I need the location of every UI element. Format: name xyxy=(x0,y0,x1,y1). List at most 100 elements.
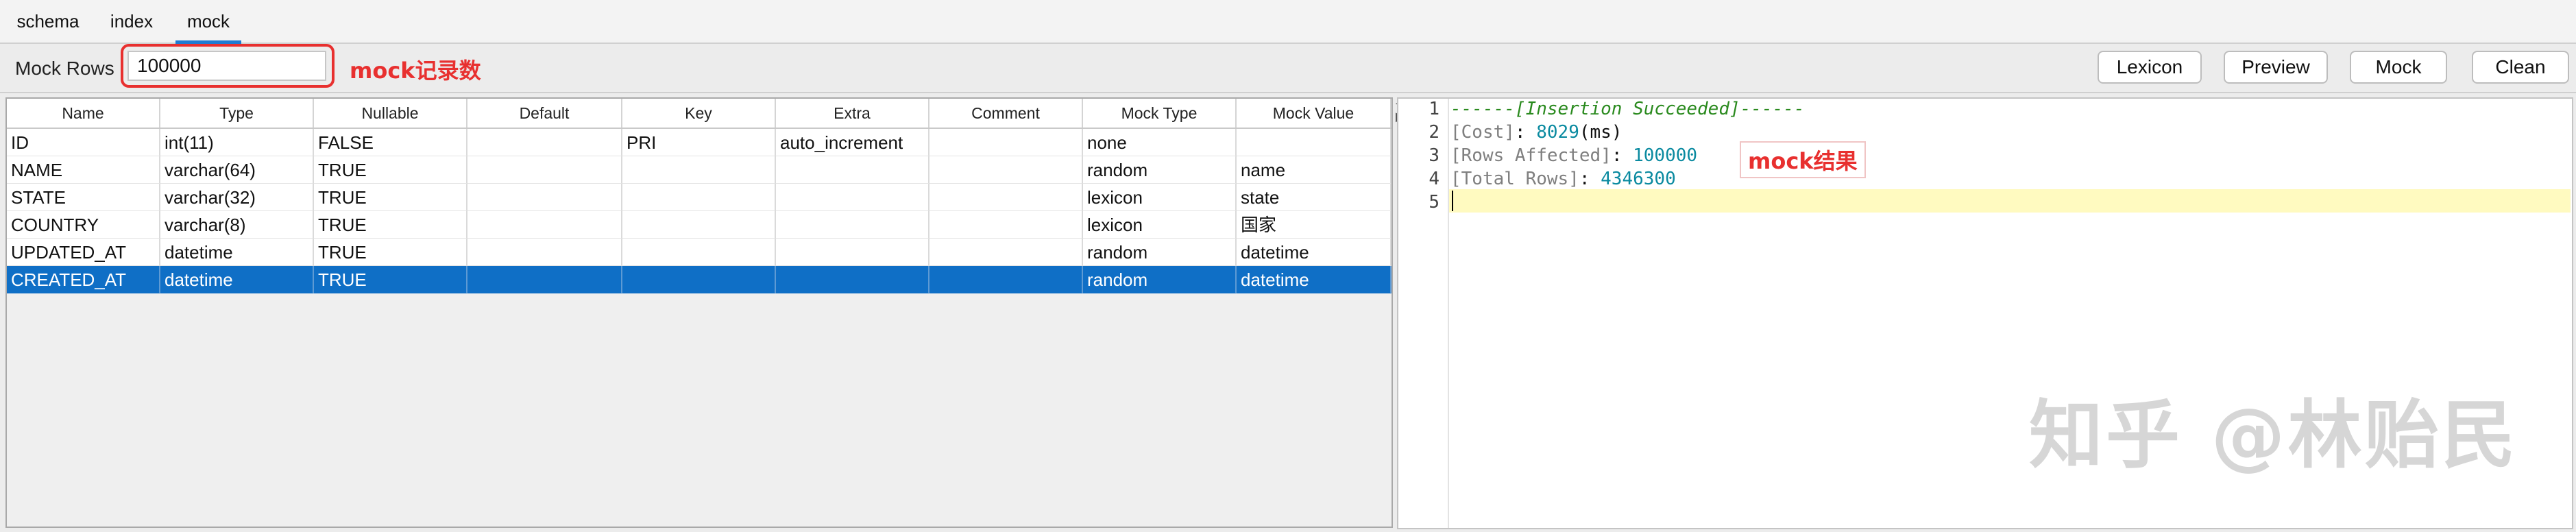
table-cell[interactable]: random xyxy=(1083,266,1237,293)
cost-unit-open: ( xyxy=(1579,122,1590,143)
grid-header: Name Type Nullable Default Key Extra Comment Mo… xyxy=(7,99,1392,129)
mock-rows-annotation: mock记录数 xyxy=(350,58,481,84)
mock-rows-label: Mock Rows xyxy=(15,58,114,79)
text-cursor xyxy=(1452,191,1453,211)
table-row[interactable]: STATE varchar(32) TRUE lexicon state xyxy=(7,184,1392,211)
table-cell[interactable] xyxy=(622,266,776,293)
column-header[interactable]: Type xyxy=(160,99,314,128)
table-cell[interactable]: random xyxy=(1083,239,1237,266)
table-row[interactable]: CREATED_AT datetime TRUE random datetime xyxy=(7,266,1392,293)
table-cell[interactable] xyxy=(467,156,622,184)
mock-rows-highlight xyxy=(121,44,335,88)
table-cell[interactable]: auto_increment xyxy=(776,129,929,156)
table-cell[interactable]: CREATED_AT xyxy=(7,266,160,293)
table-cell[interactable]: datetime xyxy=(160,266,314,293)
table-cell[interactable] xyxy=(467,211,622,239)
table-cell[interactable]: PRI xyxy=(622,129,776,156)
cost-value: 8029 xyxy=(1536,122,1579,143)
table-cell[interactable] xyxy=(467,239,622,266)
cost-unit-close: ) xyxy=(1611,122,1623,143)
table-cell[interactable] xyxy=(776,211,929,239)
table-cell[interactable]: FALSE xyxy=(314,129,467,156)
table-cell[interactable]: TRUE xyxy=(314,156,467,184)
table-cell[interactable] xyxy=(929,156,1083,184)
table-cell[interactable] xyxy=(467,184,622,211)
table-cell[interactable]: varchar(8) xyxy=(160,211,314,239)
lexicon-button[interactable]: Lexicon xyxy=(2098,51,2202,84)
total-rows-value: 4346300 xyxy=(1601,169,1676,189)
tab-mock[interactable]: mock xyxy=(175,0,241,44)
cost-unit: ms xyxy=(1590,122,1612,143)
table-cell[interactable]: datetime xyxy=(1237,266,1392,293)
table-cell[interactable]: TRUE xyxy=(314,239,467,266)
table-cell[interactable]: name xyxy=(1237,156,1392,184)
rows-affected-line: [Rows Affected]: 100000 xyxy=(1450,145,1697,166)
table-cell[interactable] xyxy=(776,239,929,266)
column-header[interactable]: Name xyxy=(7,99,160,128)
column-header[interactable]: Nullable xyxy=(314,99,467,128)
tab-schema[interactable]: schema xyxy=(10,0,86,43)
table-cell[interactable]: datetime xyxy=(160,239,314,266)
table-cell[interactable] xyxy=(1237,129,1392,156)
zhihu-watermark: 知乎 @林贻民 xyxy=(2029,393,2518,479)
rows-affected-value: 100000 xyxy=(1633,145,1698,166)
table-row[interactable]: UPDATED_AT datetime TRUE random datetime xyxy=(7,239,1392,266)
table-cell[interactable] xyxy=(929,211,1083,239)
line-number: 1 xyxy=(1429,99,1439,119)
table-cell[interactable]: state xyxy=(1237,184,1392,211)
table-cell[interactable] xyxy=(929,184,1083,211)
column-header[interactable]: Comment xyxy=(929,99,1083,128)
total-rows-key: [Total Rows] xyxy=(1450,169,1579,189)
table-cell[interactable]: varchar(32) xyxy=(160,184,314,211)
table-cell[interactable]: int(11) xyxy=(160,129,314,156)
table-cell[interactable]: datetime xyxy=(1237,239,1392,266)
table-row[interactable]: NAME varchar(64) TRUE random name xyxy=(7,156,1392,184)
table-cell[interactable]: STATE xyxy=(7,184,160,211)
table-cell[interactable] xyxy=(776,156,929,184)
table-cell[interactable]: varchar(64) xyxy=(160,156,314,184)
total-rows-separator: : xyxy=(1579,169,1601,189)
line-number: 4 xyxy=(1429,169,1439,189)
insertion-status-line: ------[Insertion Succeeded]------ xyxy=(1450,99,1805,119)
table-cell[interactable] xyxy=(467,266,622,293)
line-number: 2 xyxy=(1429,122,1439,143)
table-cell[interactable]: lexicon xyxy=(1083,184,1237,211)
column-header[interactable]: Mock Value xyxy=(1237,99,1392,128)
table-cell[interactable] xyxy=(929,239,1083,266)
table-cell[interactable]: 国家 xyxy=(1237,211,1392,239)
table-cell[interactable] xyxy=(622,211,776,239)
column-header[interactable]: Mock Type xyxy=(1083,99,1237,128)
table-cell[interactable] xyxy=(776,266,929,293)
table-row[interactable]: ID int(11) FALSE PRI auto_increment none xyxy=(7,129,1392,156)
cost-separator: : xyxy=(1514,122,1537,143)
total-rows-line: [Total Rows]: 4346300 xyxy=(1450,169,1676,189)
clean-button[interactable]: Clean xyxy=(2472,51,2569,84)
table-cell[interactable]: lexicon xyxy=(1083,211,1237,239)
table-cell[interactable]: COUNTRY xyxy=(7,211,160,239)
table-cell[interactable] xyxy=(622,156,776,184)
table-cell[interactable] xyxy=(929,129,1083,156)
table-cell[interactable] xyxy=(467,129,622,156)
table-cell[interactable]: none xyxy=(1083,129,1237,156)
mock-toolbar: Mock Rows mock记录数 Lexicon Preview Mock C… xyxy=(0,44,2576,93)
table-cell[interactable] xyxy=(622,239,776,266)
mock-result-annotation: mock结果 xyxy=(1740,141,1866,178)
column-header[interactable]: Default xyxy=(467,99,622,128)
column-header[interactable]: Extra xyxy=(776,99,929,128)
table-cell[interactable]: TRUE xyxy=(314,211,467,239)
table-cell[interactable]: TRUE xyxy=(314,266,467,293)
table-cell[interactable] xyxy=(776,184,929,211)
table-cell[interactable]: random xyxy=(1083,156,1237,184)
table-cell[interactable] xyxy=(929,266,1083,293)
table-cell[interactable]: UPDATED_AT xyxy=(7,239,160,266)
tab-index[interactable]: index xyxy=(103,0,160,43)
mock-button[interactable]: Mock xyxy=(2350,51,2447,84)
table-cell[interactable]: NAME xyxy=(7,156,160,184)
column-header[interactable]: Key xyxy=(622,99,776,128)
line-number-gutter: 1 2 3 4 5 xyxy=(1398,99,1449,528)
preview-button[interactable]: Preview xyxy=(2224,51,2328,84)
table-cell[interactable]: TRUE xyxy=(314,184,467,211)
table-cell[interactable] xyxy=(622,184,776,211)
table-row[interactable]: COUNTRY varchar(8) TRUE lexicon 国家 xyxy=(7,211,1392,239)
table-cell[interactable]: ID xyxy=(7,129,160,156)
